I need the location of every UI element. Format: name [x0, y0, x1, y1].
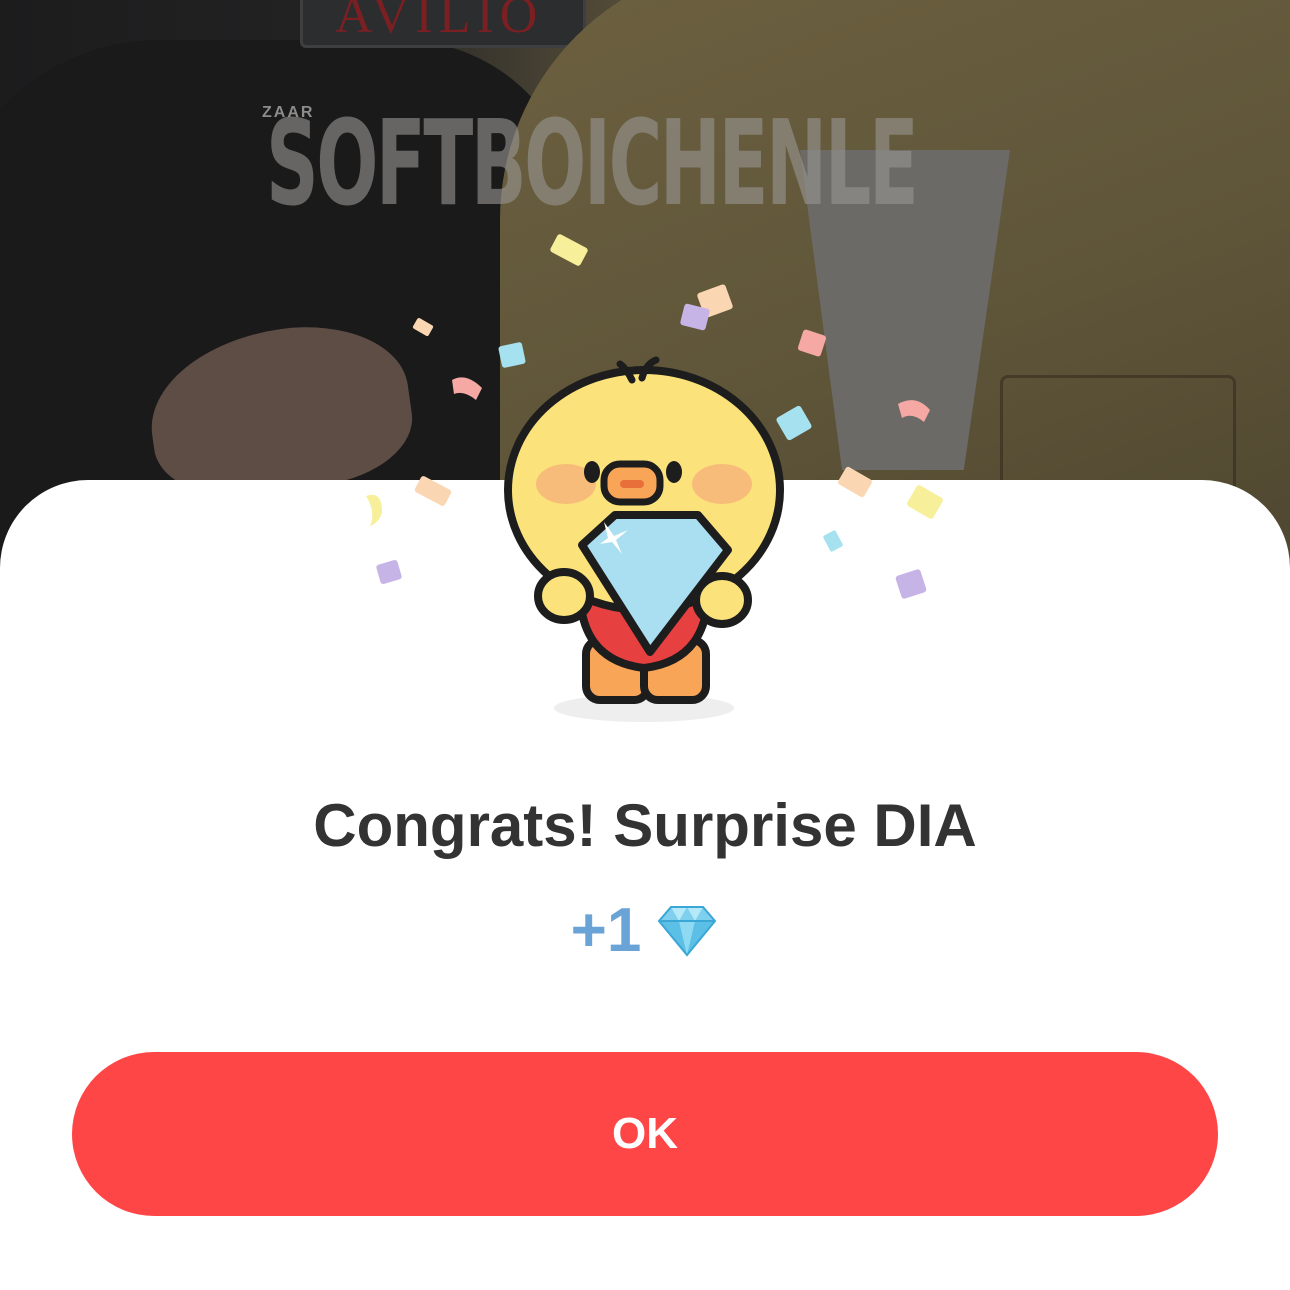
diamond-icon — [658, 906, 717, 957]
background-sign-text: AVILIO — [335, 0, 544, 44]
popup-title: Congrats! Surprise DIA — [313, 792, 977, 859]
mascot-chick-illustration — [504, 356, 784, 722]
ok-button[interactable]: OK — [72, 1052, 1218, 1216]
reward-row: +1 — [0, 895, 1290, 967]
reward-amount: +1 — [570, 896, 642, 965]
watermark-text: SOFTBOICHENLE — [266, 94, 919, 232]
